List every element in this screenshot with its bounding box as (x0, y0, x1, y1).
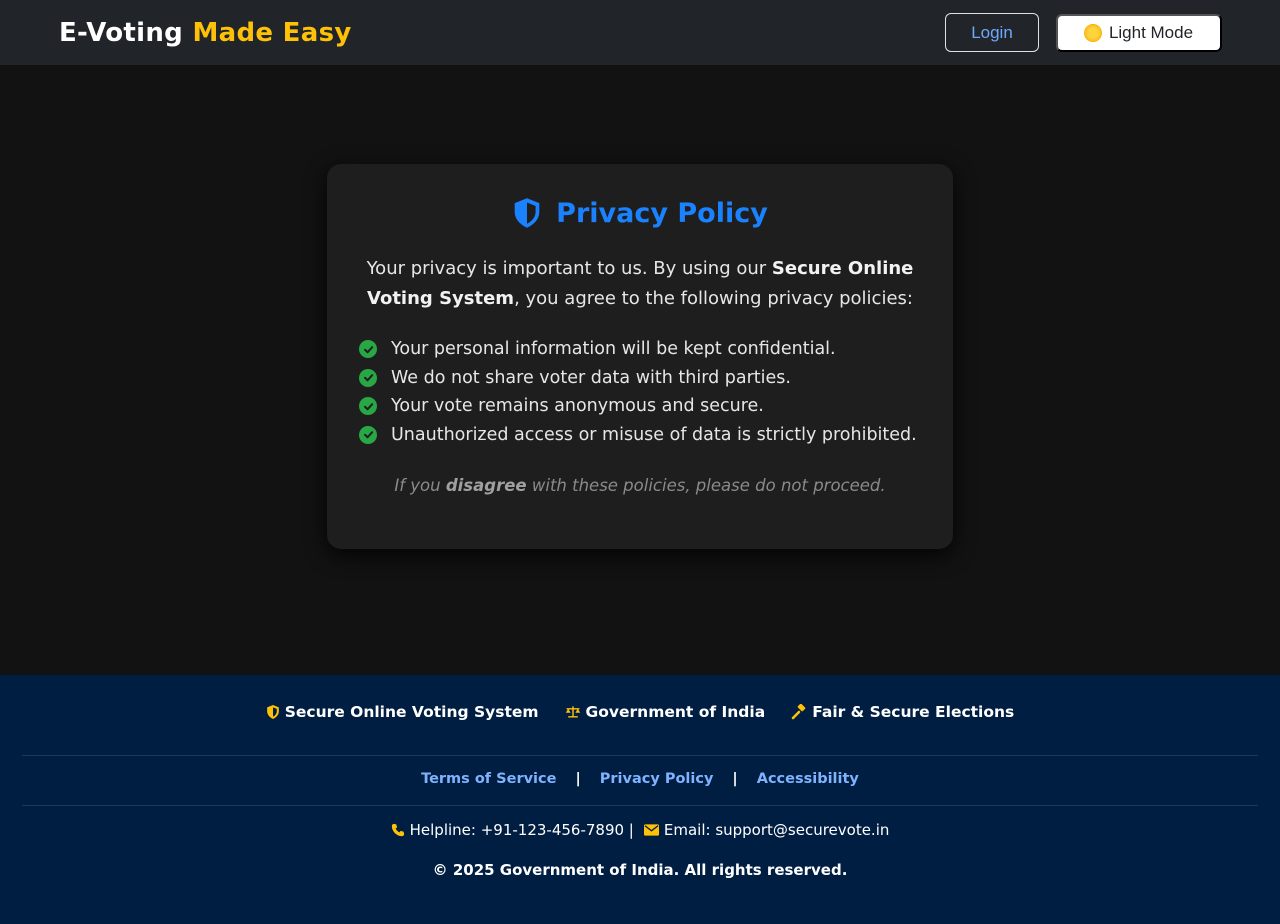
footer-badge-government: Government of India (565, 703, 766, 721)
terms-of-service-link[interactable]: Terms of Service (421, 771, 556, 787)
envelope-icon (643, 824, 659, 836)
shield-icon (514, 198, 540, 228)
list-item: Unauthorized access or misuse of data is… (359, 421, 923, 450)
disagree-suffix: with these policies, please do not proce… (531, 476, 886, 495)
login-button[interactable]: Login (945, 13, 1039, 52)
list-item-text: We do not share voter data with third pa… (391, 367, 791, 388)
phone-icon (391, 823, 404, 837)
policy-list: Your personal information will be kept c… (359, 335, 923, 449)
disagree-prefix: If you (394, 476, 441, 495)
privacy-policy-link[interactable]: Privacy Policy (600, 771, 714, 787)
list-item-text: Unauthorized access or misuse of data is… (391, 424, 917, 445)
light-mode-label: Light Mode (1108, 22, 1194, 42)
brand-logo[interactable]: E-Voting Made Easy (59, 18, 352, 48)
link-separator: | (575, 771, 581, 787)
footer-divider (22, 805, 1258, 806)
intro-suffix: , you agree to the following privacy pol… (514, 288, 913, 309)
check-circle-icon (359, 340, 377, 359)
nav-actions: Login Light Mode (945, 13, 1222, 52)
list-item: Your vote remains anonymous and secure. (359, 392, 923, 421)
main-content: Privacy Policy Your privacy is important… (0, 65, 1280, 675)
email-text[interactable]: Email: support@securevote.in (664, 821, 890, 839)
list-item-text: Your vote remains anonymous and secure. (391, 396, 764, 417)
list-item: We do not share voter data with third pa… (359, 364, 923, 393)
intro-text: Your privacy is important to us. By usin… (360, 254, 920, 314)
list-item-text: Your personal information will be kept c… (391, 339, 836, 360)
card-title-text: Privacy Policy (556, 197, 768, 229)
privacy-policy-card: Privacy Policy Your privacy is important… (327, 164, 953, 549)
footer-divider (22, 755, 1258, 756)
check-circle-icon (359, 397, 377, 416)
footer-badge-label: Government of India (585, 703, 766, 721)
accessibility-link[interactable]: Accessibility (757, 771, 859, 787)
footer-contact: Helpline: +91-123-456-7890 | Email: supp… (0, 821, 1280, 839)
copyright-text: © 2025 Government of India. All rights r… (432, 861, 848, 879)
shield-icon (266, 705, 279, 719)
brand-accent: Made Easy (192, 17, 352, 48)
link-separator: | (732, 771, 738, 787)
navbar: E-Voting Made Easy Login Light Mode (0, 0, 1280, 65)
helpline-text[interactable]: Helpline: +91-123-456-7890 | (410, 821, 634, 839)
disagree-bold: disagree (445, 476, 527, 495)
footer-badge-secure: Secure Online Voting System (266, 703, 539, 721)
card-title: Privacy Policy (357, 196, 923, 230)
footer-badges: Secure Online Voting System Government o… (0, 703, 1280, 721)
light-mode-toggle[interactable]: Light Mode (1056, 13, 1222, 52)
scale-icon (565, 706, 580, 718)
check-circle-icon (359, 368, 377, 387)
footer-links: Terms of Service | Privacy Policy | Acce… (0, 771, 1280, 787)
disagree-note: If you disagree with these policies, ple… (357, 476, 923, 495)
check-circle-icon (359, 425, 377, 444)
footer: Secure Online Voting System Government o… (0, 675, 1280, 924)
footer-badge-label: Secure Online Voting System (284, 703, 539, 721)
brand-primary: E-Voting (59, 17, 184, 48)
footer-badge-label: Fair & Secure Elections (812, 703, 1015, 721)
gavel-icon (791, 704, 806, 720)
sun-icon (1084, 24, 1101, 41)
intro-prefix: Your privacy is important to us. By usin… (366, 258, 767, 279)
list-item: Your personal information will be kept c… (359, 335, 923, 364)
footer-badge-elections: Fair & Secure Elections (791, 703, 1014, 721)
